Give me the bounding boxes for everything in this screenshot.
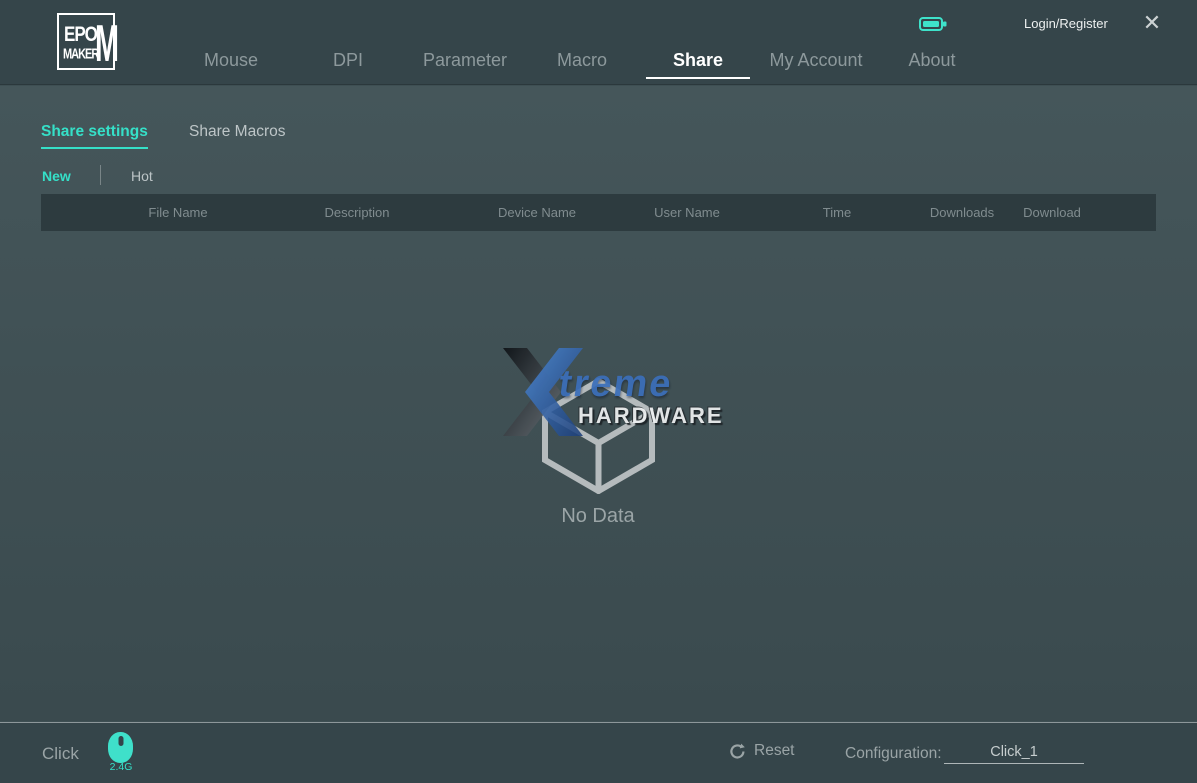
column-user-name: User Name bbox=[654, 205, 720, 220]
column-file-name: File Name bbox=[148, 205, 207, 220]
logo-text-m: M bbox=[95, 13, 119, 74]
column-download: Download bbox=[1023, 205, 1081, 220]
tab-macro[interactable]: Macro bbox=[557, 50, 607, 71]
login-register-link[interactable]: Login/Register bbox=[1024, 16, 1108, 31]
xtreme-hardware-watermark: treme HARDWARE bbox=[497, 347, 712, 439]
column-device-name: Device Name bbox=[498, 205, 576, 220]
filter-divider bbox=[100, 165, 101, 185]
logo-text-maker: MAKER bbox=[63, 47, 98, 63]
column-time: Time bbox=[823, 205, 851, 220]
reset-label: Reset bbox=[754, 742, 795, 760]
tab-share[interactable]: Share bbox=[673, 50, 723, 71]
watermark-hardware-text: HARDWARE bbox=[578, 403, 724, 429]
tab-share-settings[interactable]: Share settings bbox=[41, 123, 148, 141]
watermark-treme-text: treme bbox=[556, 363, 676, 406]
mouse-icon bbox=[108, 732, 133, 763]
no-data-label: No Data bbox=[561, 505, 634, 528]
close-icon[interactable]: ✕ bbox=[1139, 10, 1165, 36]
tab-parameter[interactable]: Parameter bbox=[423, 50, 507, 71]
filter-hot[interactable]: Hot bbox=[131, 168, 153, 184]
configuration-value-field[interactable]: Click_1 bbox=[944, 740, 1084, 764]
reset-button[interactable]: Reset bbox=[729, 742, 795, 760]
logo-text-epo: EPO bbox=[64, 22, 97, 47]
share-panel: Share settings Share Macros New Hot File… bbox=[0, 86, 1197, 721]
tab-my-account[interactable]: My Account bbox=[769, 50, 862, 71]
reset-refresh-icon bbox=[729, 743, 746, 760]
wireless-2-4g-badge: 2.4G bbox=[110, 761, 133, 773]
column-downloads: Downloads bbox=[930, 205, 994, 220]
tab-mouse[interactable]: Mouse bbox=[204, 50, 258, 71]
epomaker-logo: EPO M MAKER bbox=[57, 13, 115, 70]
mouse-wheel-slot bbox=[118, 736, 123, 746]
tab-share-macros[interactable]: Share Macros bbox=[189, 123, 285, 141]
configuration-label: Configuration: bbox=[845, 745, 942, 763]
top-bar: EPO M MAKER Mouse DPI Parameter Macro Sh… bbox=[0, 0, 1197, 85]
bottom-bar: Click 2.4G Reset Configuration: Click_1 bbox=[0, 722, 1197, 783]
tab-about[interactable]: About bbox=[908, 50, 955, 71]
epomaker-app-window: EPO M MAKER Mouse DPI Parameter Macro Sh… bbox=[0, 0, 1197, 783]
mode-label: Click bbox=[42, 744, 79, 764]
share-table-header: File Name Description Device Name User N… bbox=[41, 194, 1156, 231]
filter-new[interactable]: New bbox=[42, 168, 71, 184]
battery-icon bbox=[919, 16, 947, 32]
column-description: Description bbox=[324, 205, 389, 220]
tab-dpi[interactable]: DPI bbox=[333, 50, 363, 71]
